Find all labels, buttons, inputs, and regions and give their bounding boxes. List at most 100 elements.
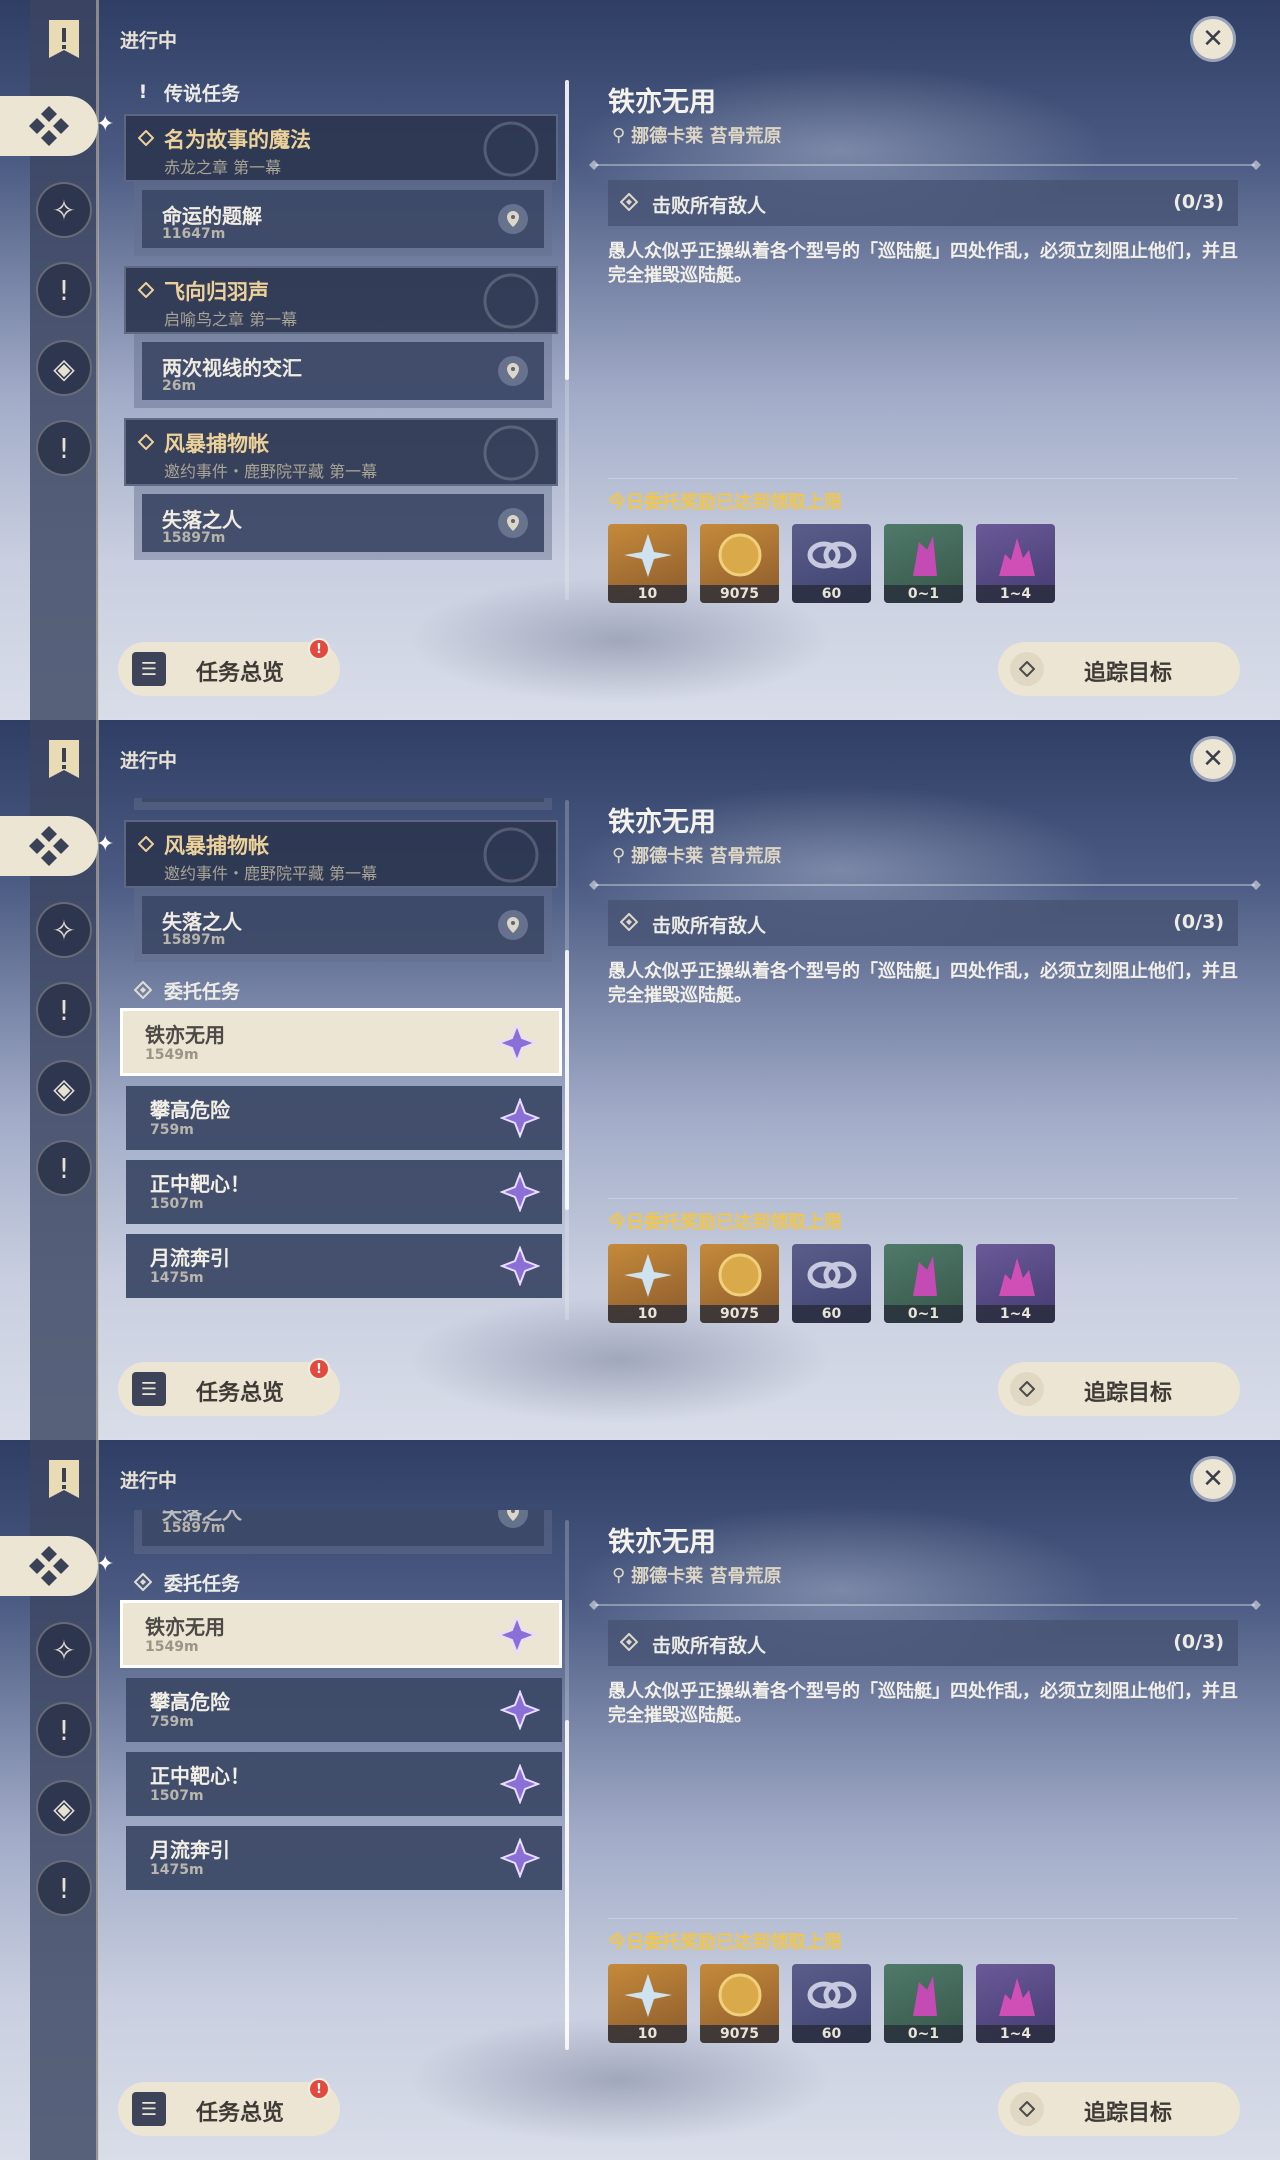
banner-flag-icon[interactable] xyxy=(44,18,84,60)
map-pin-icon[interactable] xyxy=(498,910,528,940)
track-diamond-icon xyxy=(1010,2092,1044,2126)
section-header: 进行中 xyxy=(120,1470,178,1492)
sidebar-item-world[interactable]: ! xyxy=(36,1140,92,1196)
commission-star-icon xyxy=(500,1838,540,1878)
commission-card[interactable]: 攀高危险 759m xyxy=(126,1678,562,1742)
sidebar-item-archon[interactable]: ✧ xyxy=(36,1622,92,1678)
sidebar-item-commission[interactable]: ◈ xyxy=(36,1780,92,1836)
sidebar-item-legend[interactable]: ! xyxy=(36,982,92,1038)
banner-flag-icon[interactable] xyxy=(44,738,84,780)
scrollbar-thumb[interactable] xyxy=(565,1720,569,2050)
quest-step[interactable]: 失落之人 15897m xyxy=(134,888,552,962)
commission-star-icon xyxy=(500,1246,540,1286)
quest-group-header[interactable]: 风暴捕物帐 邀约事件・鹿野院平藏 第一幕 xyxy=(124,820,558,888)
sidebar-item-legend[interactable]: ! xyxy=(36,262,92,318)
sidebar-item-all[interactable] xyxy=(0,96,98,156)
all-quests-icon xyxy=(29,106,69,146)
quest-title: 铁亦无用 xyxy=(608,87,716,118)
reward-item[interactable]: 10 xyxy=(608,1964,687,2043)
commission-card[interactable]: 铁亦无用 1549m xyxy=(120,1600,562,1668)
world-quest-icon: ! xyxy=(58,1151,70,1185)
quest-step-partial[interactable]: 26m xyxy=(134,798,552,810)
sidebar-item-commission[interactable]: ◈ xyxy=(36,340,92,396)
quest-overview-button[interactable]: ☰ 任务总览 ! xyxy=(118,638,340,696)
commission-card[interactable]: 月流奔引 1475m xyxy=(126,1234,562,1298)
scrollbar[interactable] xyxy=(565,1520,569,2050)
reward-item[interactable]: 0~1 xyxy=(884,1964,963,2043)
sidebar-item-all[interactable] xyxy=(0,816,98,876)
reward-item[interactable]: 10 xyxy=(608,1244,687,1323)
diamond-icon xyxy=(138,836,154,852)
sparkle-icon: ✦ xyxy=(96,832,115,857)
commission-card[interactable]: 月流奔引 1475m xyxy=(126,1826,562,1890)
reward-header: 今日委托奖励已达到领取上限 xyxy=(608,492,842,513)
quest-step-partial[interactable]: 失落之人 15897m xyxy=(134,1510,552,1554)
legend-quest-icon: ! xyxy=(58,273,70,307)
quest-list[interactable]: 失落之人 15897m 委托任务 铁亦无用 1549m 攀高危险 759m 正中… xyxy=(118,1510,566,2050)
scrollbar[interactable] xyxy=(565,800,569,1320)
commission-card[interactable]: 铁亦无用 1549m xyxy=(120,1008,562,1076)
quest-list[interactable]: 26m 风暴捕物帐 邀约事件・鹿野院平藏 第一幕 失落之人 15897m 委托任… xyxy=(118,798,566,1338)
world-quest-icon: ! xyxy=(58,431,70,465)
scrollbar-thumb[interactable] xyxy=(565,950,569,1210)
quest-group-header[interactable]: 风暴捕物帐 邀约事件・鹿野院平藏 第一幕 xyxy=(124,418,558,486)
commission-card[interactable]: 正中靶心！ 1507m xyxy=(126,1160,562,1224)
commission-quest-icon: ◈ xyxy=(53,1071,75,1105)
map-pin-icon[interactable] xyxy=(498,508,528,538)
track-target-button[interactable]: 追踪目标 xyxy=(998,1362,1240,1416)
track-target-button[interactable]: 追踪目标 xyxy=(998,2082,1240,2136)
scrollbar-thumb[interactable] xyxy=(565,80,569,380)
reward-item[interactable]: 1~4 xyxy=(976,1964,1055,2043)
reward-item[interactable]: 0~1 xyxy=(884,524,963,603)
companionship-exp-icon xyxy=(792,1964,871,2025)
quest-step[interactable]: 命运的题解 11647m xyxy=(134,182,552,256)
close-button[interactable]: ✕ xyxy=(1190,1456,1236,1502)
reward-item[interactable]: 1~4 xyxy=(976,524,1055,603)
commission-card[interactable]: 正中靶心！ 1507m xyxy=(126,1752,562,1816)
legend-quest-icon: ! xyxy=(58,993,70,1027)
sidebar-item-commission[interactable]: ◈ xyxy=(36,1060,92,1116)
sidebar-item-archon[interactable]: ✧ xyxy=(36,902,92,958)
quest-group-header[interactable]: 飞向归羽声 启喻鸟之章 第一幕 xyxy=(124,266,558,334)
diamond-icon xyxy=(138,282,154,298)
quest-group-header[interactable]: 名为故事的魔法 赤龙之章 第一幕 xyxy=(124,114,558,182)
quest-list[interactable]: ! 传说任务 名为故事的魔法 赤龙之章 第一幕 命运的题解 11647m 飞向归… xyxy=(118,74,566,614)
reward-item[interactable]: 60 xyxy=(792,524,871,603)
sidebar-item-legend[interactable]: ! xyxy=(36,1702,92,1758)
reward-item[interactable]: 9075 xyxy=(700,1244,779,1323)
track-target-button[interactable]: 追踪目标 xyxy=(998,642,1240,696)
quest-step[interactable]: 失落之人 15897m xyxy=(134,486,552,560)
quest-overview-button[interactable]: ☰ 任务总览 ! xyxy=(118,1358,340,1416)
commission-quest-icon: ◈ xyxy=(53,1791,75,1825)
sidebar-item-world[interactable]: ! xyxy=(36,420,92,476)
quest-step[interactable]: 两次视线的交汇 26m xyxy=(134,334,552,408)
banner-flag-icon[interactable] xyxy=(44,1458,84,1500)
reward-item[interactable]: 1~4 xyxy=(976,1244,1055,1323)
sidebar-item-all[interactable] xyxy=(0,1536,98,1596)
reward-item[interactable]: 0~1 xyxy=(884,1244,963,1323)
quest-overview-button[interactable]: ☰ 任务总览 ! xyxy=(118,2078,340,2136)
reward-item[interactable]: 60 xyxy=(792,1964,871,2043)
close-button[interactable]: ✕ xyxy=(1190,16,1236,62)
scrollbar[interactable] xyxy=(565,80,569,600)
reward-list: 10 9075 60 0~1 1~4 xyxy=(608,1964,1055,2043)
commission-star-icon xyxy=(500,1764,540,1804)
map-pin-icon[interactable] xyxy=(498,204,528,234)
pink-crystal-icon xyxy=(976,1244,1055,1305)
sidebar-item-world[interactable]: ! xyxy=(36,1860,92,1916)
map-pin-icon[interactable] xyxy=(498,1510,528,1528)
quest-title: 铁亦无用 xyxy=(608,807,716,838)
exclamation-icon: ! xyxy=(138,81,148,103)
reward-list: 10 9075 60 0~1 1~4 xyxy=(608,1244,1055,1323)
close-button[interactable]: ✕ xyxy=(1190,736,1236,782)
reward-item[interactable]: 60 xyxy=(792,1244,871,1323)
reward-item[interactable]: 10 xyxy=(608,524,687,603)
reward-header: 今日委托奖励已达到领取上限 xyxy=(608,1932,842,1953)
dragon-seal-icon xyxy=(483,827,539,883)
reward-item[interactable]: 9075 xyxy=(700,1964,779,2043)
commission-card[interactable]: 攀高危险 759m xyxy=(126,1086,562,1150)
archon-quest-icon: ✧ xyxy=(52,913,76,947)
sidebar-item-archon[interactable]: ✧ xyxy=(36,182,92,238)
map-pin-icon[interactable] xyxy=(498,356,528,386)
reward-item[interactable]: 9075 xyxy=(700,524,779,603)
